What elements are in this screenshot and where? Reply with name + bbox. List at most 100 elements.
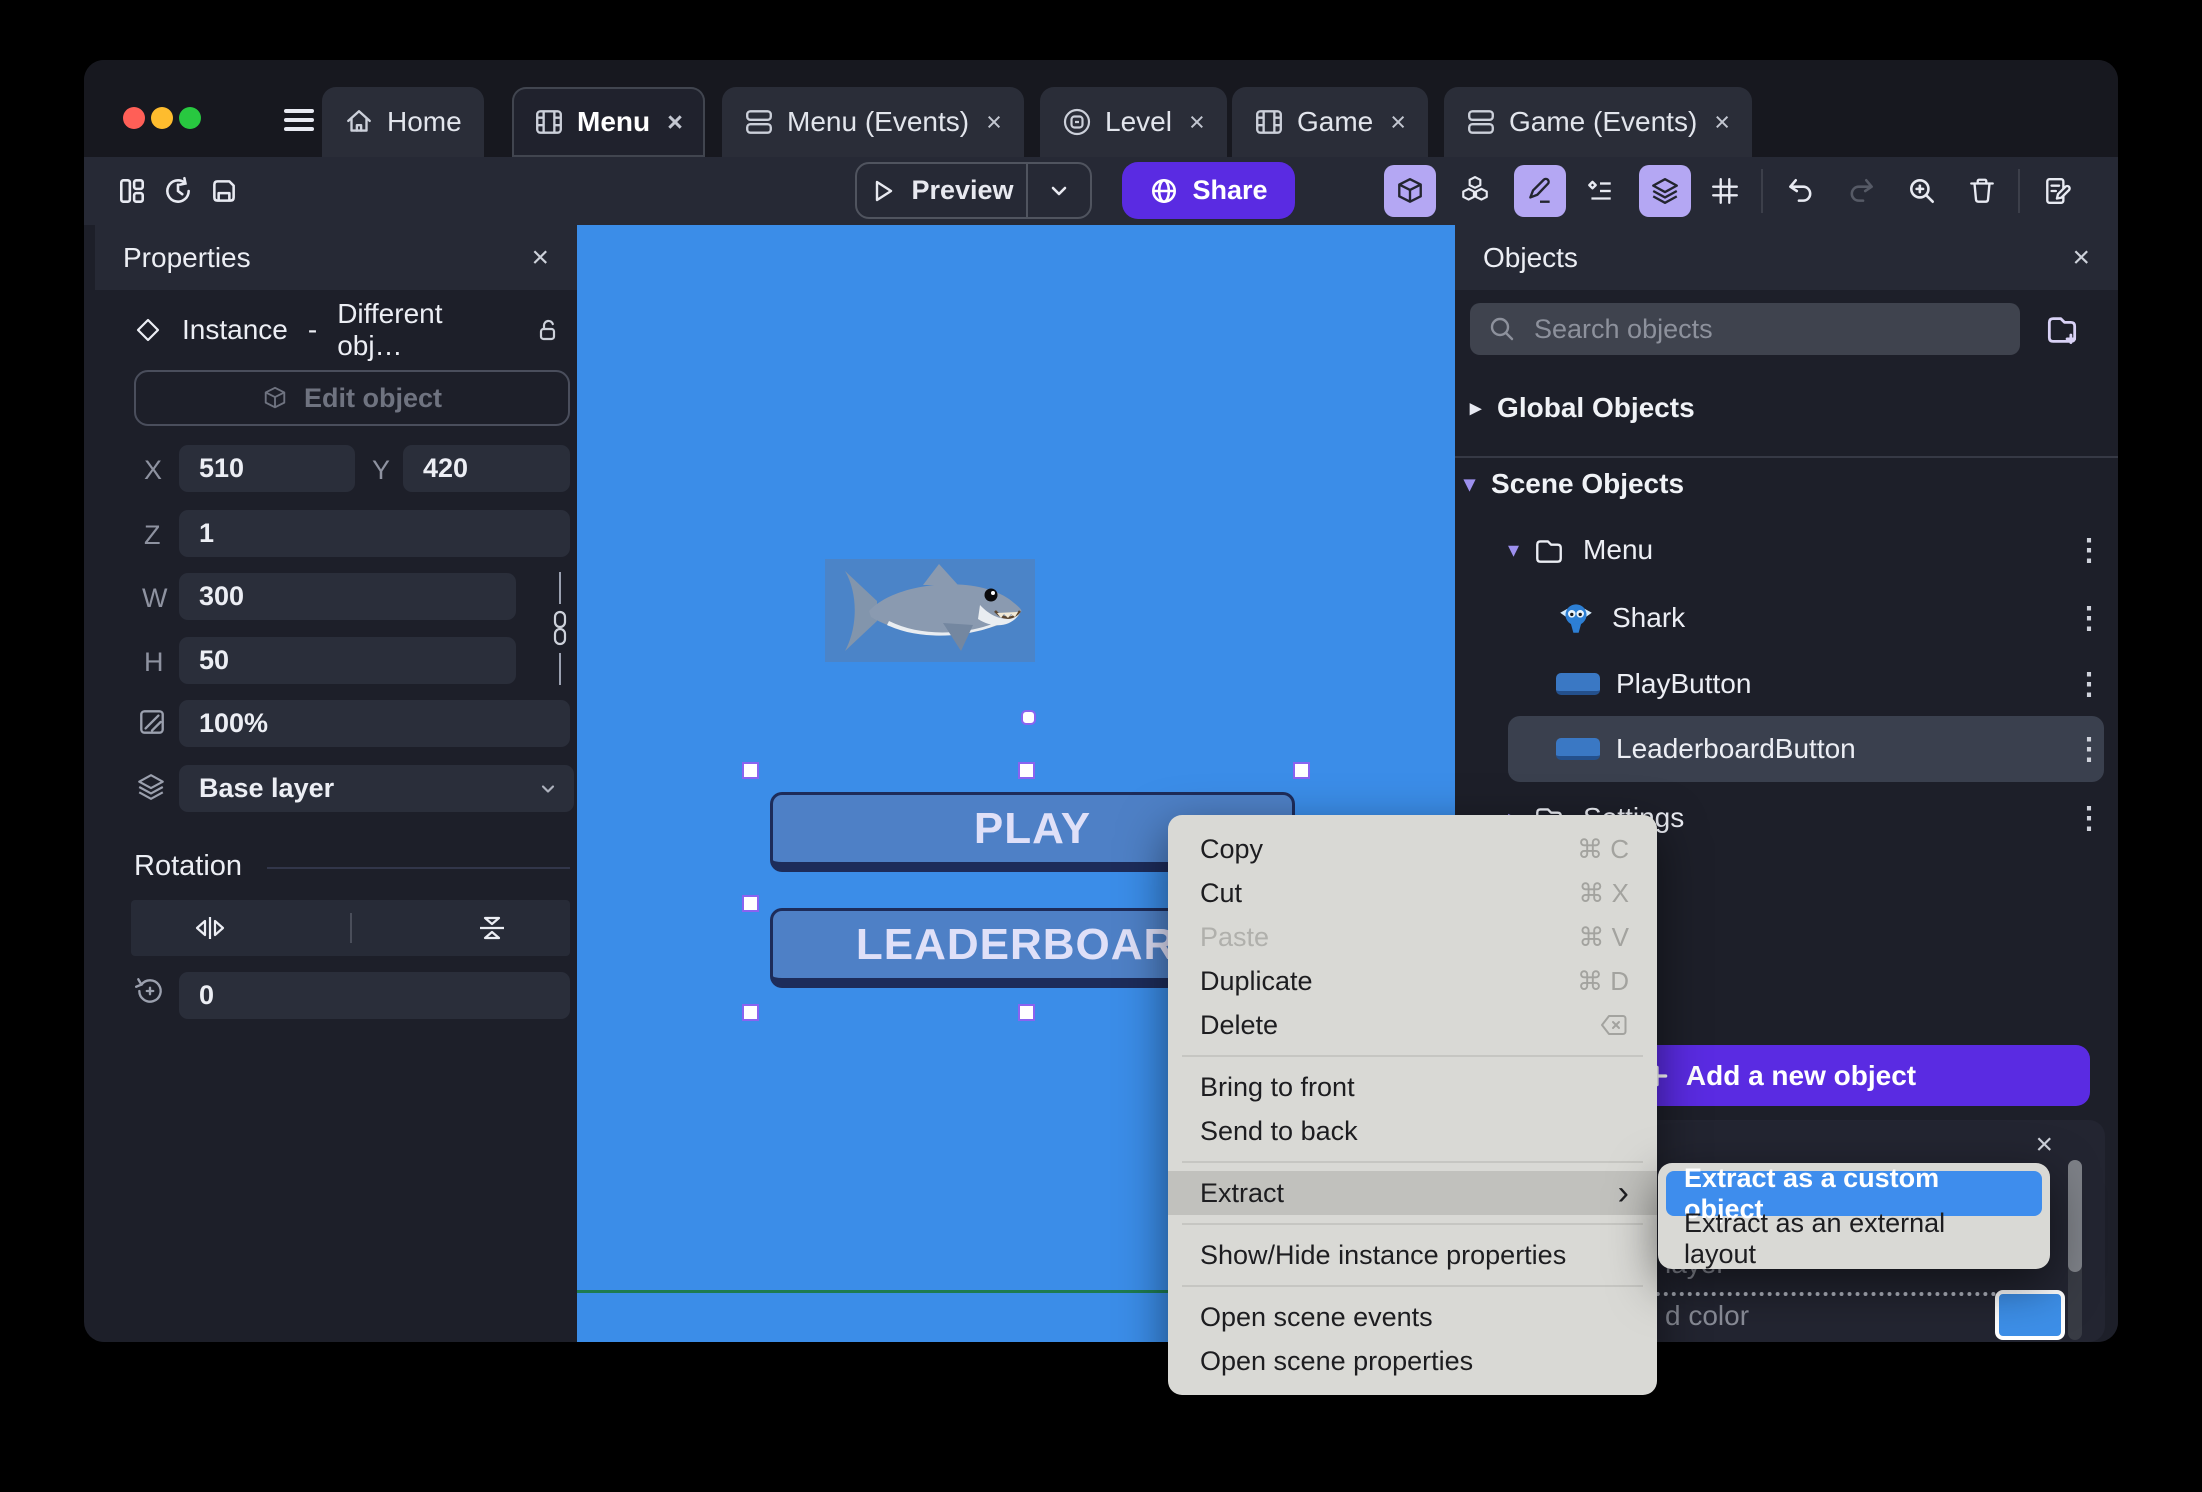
tab-home[interactable]: Home — [322, 87, 484, 157]
menu-item-copy[interactable]: Copy ⌘ C — [1168, 827, 1657, 871]
selection-handle[interactable] — [742, 1004, 759, 1021]
shark-sprite[interactable] — [825, 559, 1035, 662]
close-icon[interactable]: × — [986, 107, 1002, 138]
z-input[interactable]: 1 — [179, 510, 570, 557]
kebab-menu-icon[interactable]: ⋮ — [2074, 667, 2104, 702]
search-box — [1470, 303, 2020, 355]
h-input[interactable]: 50 — [179, 637, 516, 684]
flip-vertical-button[interactable] — [475, 913, 509, 943]
tab-level[interactable]: Level × — [1040, 87, 1227, 157]
menu-item-bring-to-front[interactable]: Bring to front — [1168, 1065, 1657, 1109]
close-icon[interactable]: × — [1390, 107, 1406, 138]
global-objects-section[interactable]: ▸ Global Objects — [1470, 392, 1695, 424]
grid-toggle[interactable] — [1699, 165, 1751, 217]
toolbar-separator — [1761, 169, 1763, 213]
section-label: Global Objects — [1497, 392, 1695, 423]
search-input[interactable] — [1532, 312, 1976, 346]
app-window: Home Menu × Menu (Events) × Level × Game… — [84, 60, 2118, 1342]
tree-item-leaderboardbutton[interactable]: LeaderboardButton ⋮ — [1556, 717, 2118, 781]
scene-objects-section[interactable]: ▾ Scene Objects — [1464, 468, 1684, 500]
selection-handle[interactable] — [1018, 1004, 1035, 1021]
x-input[interactable]: 510 — [179, 445, 355, 492]
menu-item-paste[interactable]: Paste ⌘ V — [1168, 915, 1657, 959]
maximize-window-button[interactable] — [179, 107, 201, 129]
close-window-button[interactable] — [123, 107, 145, 129]
y-label: Y — [372, 455, 391, 485]
preview-button[interactable]: Preview — [857, 164, 1026, 217]
scrollbar-thumb[interactable] — [2068, 1160, 2082, 1272]
layer-select[interactable]: Base layer — [179, 765, 574, 812]
tree-item-label: LeaderboardButton — [1616, 733, 1856, 764]
layers-panel-toggle[interactable] — [1639, 165, 1691, 217]
undo-button[interactable] — [1774, 165, 1826, 217]
shortcut-label: ⌘ C — [1577, 833, 1629, 864]
instance-properties-toggle[interactable] — [1574, 165, 1626, 217]
kebab-menu-icon[interactable]: ⋮ — [2074, 801, 2104, 836]
close-icon[interactable]: × — [2072, 241, 2090, 275]
scrollbar[interactable] — [2068, 1160, 2082, 1340]
opacity-input[interactable]: 100% — [179, 700, 570, 747]
selection-handle[interactable] — [742, 895, 759, 912]
flip-horizontal-button[interactable] — [192, 914, 228, 942]
tree-item-playbutton[interactable]: PlayButton ⋮ — [1556, 652, 2118, 716]
edit-object-button[interactable]: Edit object — [134, 370, 570, 426]
close-icon[interactable]: × — [1189, 107, 1205, 138]
button-thumbnail — [1556, 673, 1600, 695]
selection-handle[interactable] — [742, 762, 759, 779]
close-icon[interactable]: × — [1714, 107, 1730, 138]
delete-button[interactable] — [1956, 165, 2008, 217]
close-icon[interactable]: × — [2035, 1128, 2053, 1162]
properties-panel-toggle[interactable] — [1514, 165, 1566, 217]
menu-item-extract[interactable]: Extract › — [1168, 1171, 1657, 1215]
scene-icon — [534, 107, 564, 137]
preview-options-button[interactable] — [1026, 164, 1090, 217]
panels-layout-button[interactable] — [106, 165, 158, 217]
kebab-menu-icon[interactable]: ⋮ — [2074, 533, 2104, 568]
main-menu-icon[interactable] — [284, 109, 314, 131]
chain-link-icon[interactable] — [548, 609, 572, 647]
tab-game-events[interactable]: Game (Events) × — [1444, 87, 1753, 157]
menu-item-open-scene-properties[interactable]: Open scene properties — [1168, 1339, 1657, 1383]
save-button[interactable] — [198, 165, 250, 217]
kebab-menu-icon[interactable]: ⋮ — [2074, 601, 2104, 636]
rotate-handle[interactable] — [1021, 710, 1036, 725]
add-folder-icon[interactable] — [2043, 311, 2081, 349]
kebab-menu-icon[interactable]: ⋮ — [2074, 732, 2104, 767]
menu-item-cut[interactable]: Cut ⌘ X — [1168, 871, 1657, 915]
menu-item-show-hide-instance-properties[interactable]: Show/Hide instance properties — [1168, 1233, 1657, 1277]
backspace-icon — [1599, 1012, 1629, 1038]
link-line — [559, 653, 561, 685]
instances-panel-toggle[interactable] — [1449, 165, 1501, 217]
tree-item-label: Menu — [1583, 534, 1654, 565]
history-button[interactable] — [152, 165, 204, 217]
layout-icon — [117, 176, 147, 206]
menu-item-delete[interactable]: Delete — [1168, 1003, 1657, 1047]
y-input[interactable]: 420 — [403, 445, 570, 492]
redo-icon — [1847, 176, 1877, 206]
share-button[interactable]: Share — [1122, 162, 1295, 219]
close-icon[interactable]: × — [667, 107, 683, 138]
w-input[interactable]: 300 — [179, 573, 516, 620]
objects-panel-toggle[interactable] — [1384, 165, 1436, 217]
tree-folder-menu[interactable]: ▾ Menu ⋮ — [1508, 518, 2118, 582]
tab-game[interactable]: Game × — [1232, 87, 1429, 157]
edit-scene-properties-button[interactable] — [2032, 165, 2084, 217]
close-icon[interactable]: × — [531, 241, 549, 275]
menu-item-open-scene-events[interactable]: Open scene events — [1168, 1295, 1657, 1339]
menu-item-duplicate[interactable]: Duplicate ⌘ D — [1168, 959, 1657, 1003]
tree-item-shark[interactable]: Shark ⋮ — [1556, 586, 2118, 650]
minimize-window-button[interactable] — [151, 107, 173, 129]
unlock-icon[interactable] — [533, 316, 561, 344]
selection-handle[interactable] — [1293, 762, 1310, 779]
redo-button[interactable] — [1836, 165, 1888, 217]
zoom-button[interactable] — [1896, 165, 1948, 217]
menu-item-send-to-back[interactable]: Send to back — [1168, 1109, 1657, 1153]
selection-handle[interactable] — [1018, 762, 1035, 779]
tab-menu-events[interactable]: Menu (Events) × — [722, 87, 1024, 157]
submenu-item-extract-external-layout[interactable]: Extract as an external layout — [1666, 1208, 2042, 1269]
tab-label: Home — [387, 106, 462, 137]
rotation-input[interactable]: 0 — [179, 972, 570, 1019]
tab-menu[interactable]: Menu × — [512, 87, 705, 157]
background-color-swatch[interactable] — [1995, 1290, 2065, 1340]
cube-2d-icon — [262, 385, 288, 411]
